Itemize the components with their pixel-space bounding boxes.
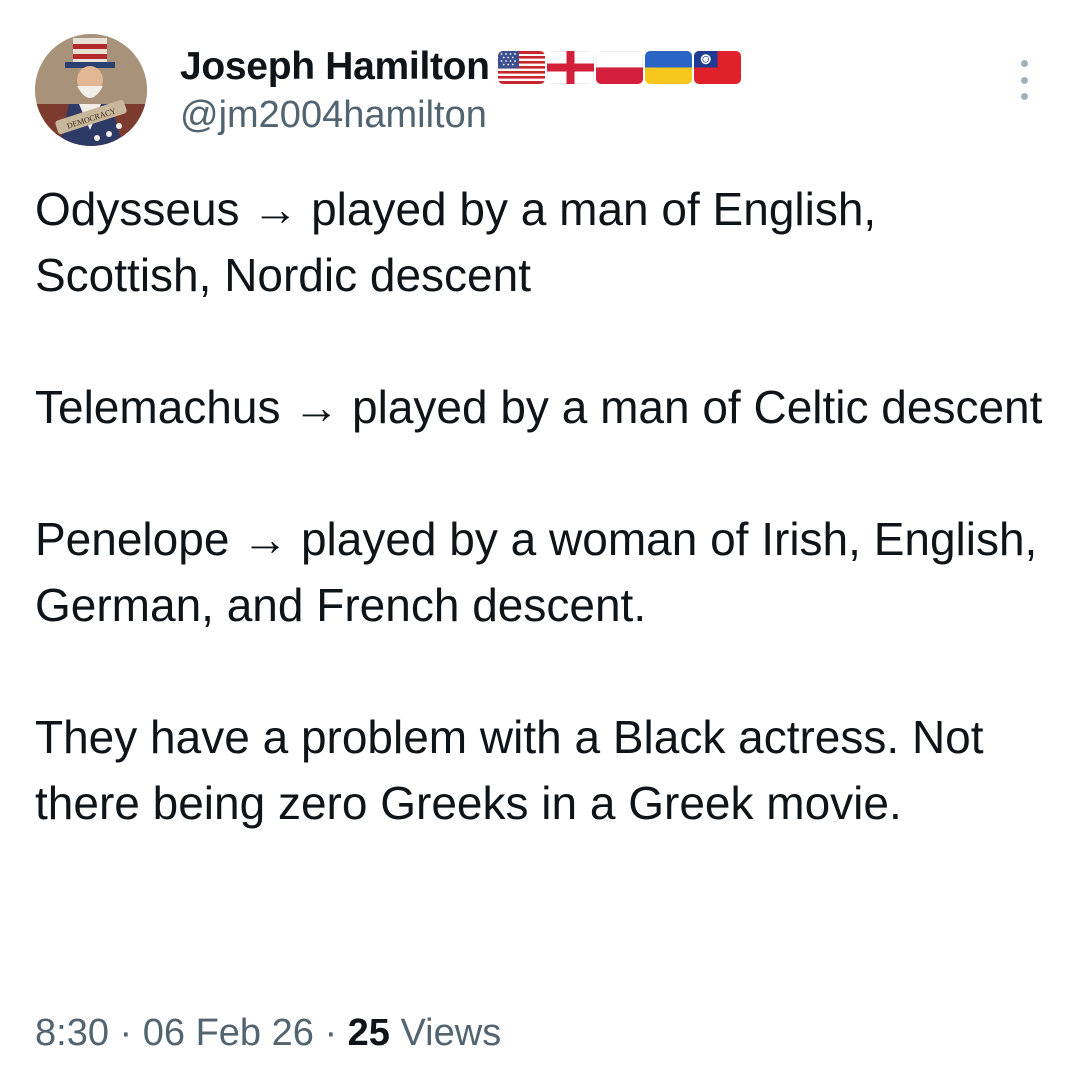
tweet-date[interactable]: 06 Feb 26 xyxy=(143,1012,314,1055)
meta-separator: · xyxy=(313,1012,348,1054)
uncle-sam-avatar-icon: DEMOCRACY xyxy=(35,34,147,146)
author-handle[interactable]: @jm2004hamilton xyxy=(180,94,487,137)
more-options-icon[interactable] xyxy=(1012,60,1036,100)
england-flag-icon xyxy=(546,50,594,84)
author-name-row: Joseph Hamilton xyxy=(180,42,741,92)
tweet-text: Odysseus → played by a man of English, S… xyxy=(35,176,1045,836)
ukraine-flag-icon xyxy=(644,50,692,84)
tweet-paragraph: Odysseus → played by a man of English, S… xyxy=(35,183,877,301)
tweet-paragraph: Telemachus → played by a man of Celtic d… xyxy=(35,381,1043,433)
tweet-time[interactable]: 8:30 xyxy=(35,1012,109,1055)
us-flag-icon xyxy=(497,50,545,84)
meta-separator: · xyxy=(108,1012,143,1054)
views-label: Views xyxy=(389,1012,502,1054)
views-count[interactable]: 25 xyxy=(348,1012,390,1055)
tweet-meta: 8:30 · 06 Feb 26 · 25 Views xyxy=(35,1012,501,1055)
tweet-paragraph: Penelope → played by a woman of Irish, E… xyxy=(35,513,1038,631)
flag-emojis xyxy=(497,50,741,84)
author-display-name[interactable]: Joseph Hamilton xyxy=(180,45,490,89)
tweet: DEMOCRACY Joseph Hamilton @jm2004hamilto… xyxy=(0,0,1080,1075)
poland-flag-icon xyxy=(595,50,643,84)
taiwan-flag-icon xyxy=(693,50,741,84)
tweet-paragraph: They have a problem with a Black actress… xyxy=(35,711,984,829)
avatar[interactable]: DEMOCRACY xyxy=(35,34,147,146)
